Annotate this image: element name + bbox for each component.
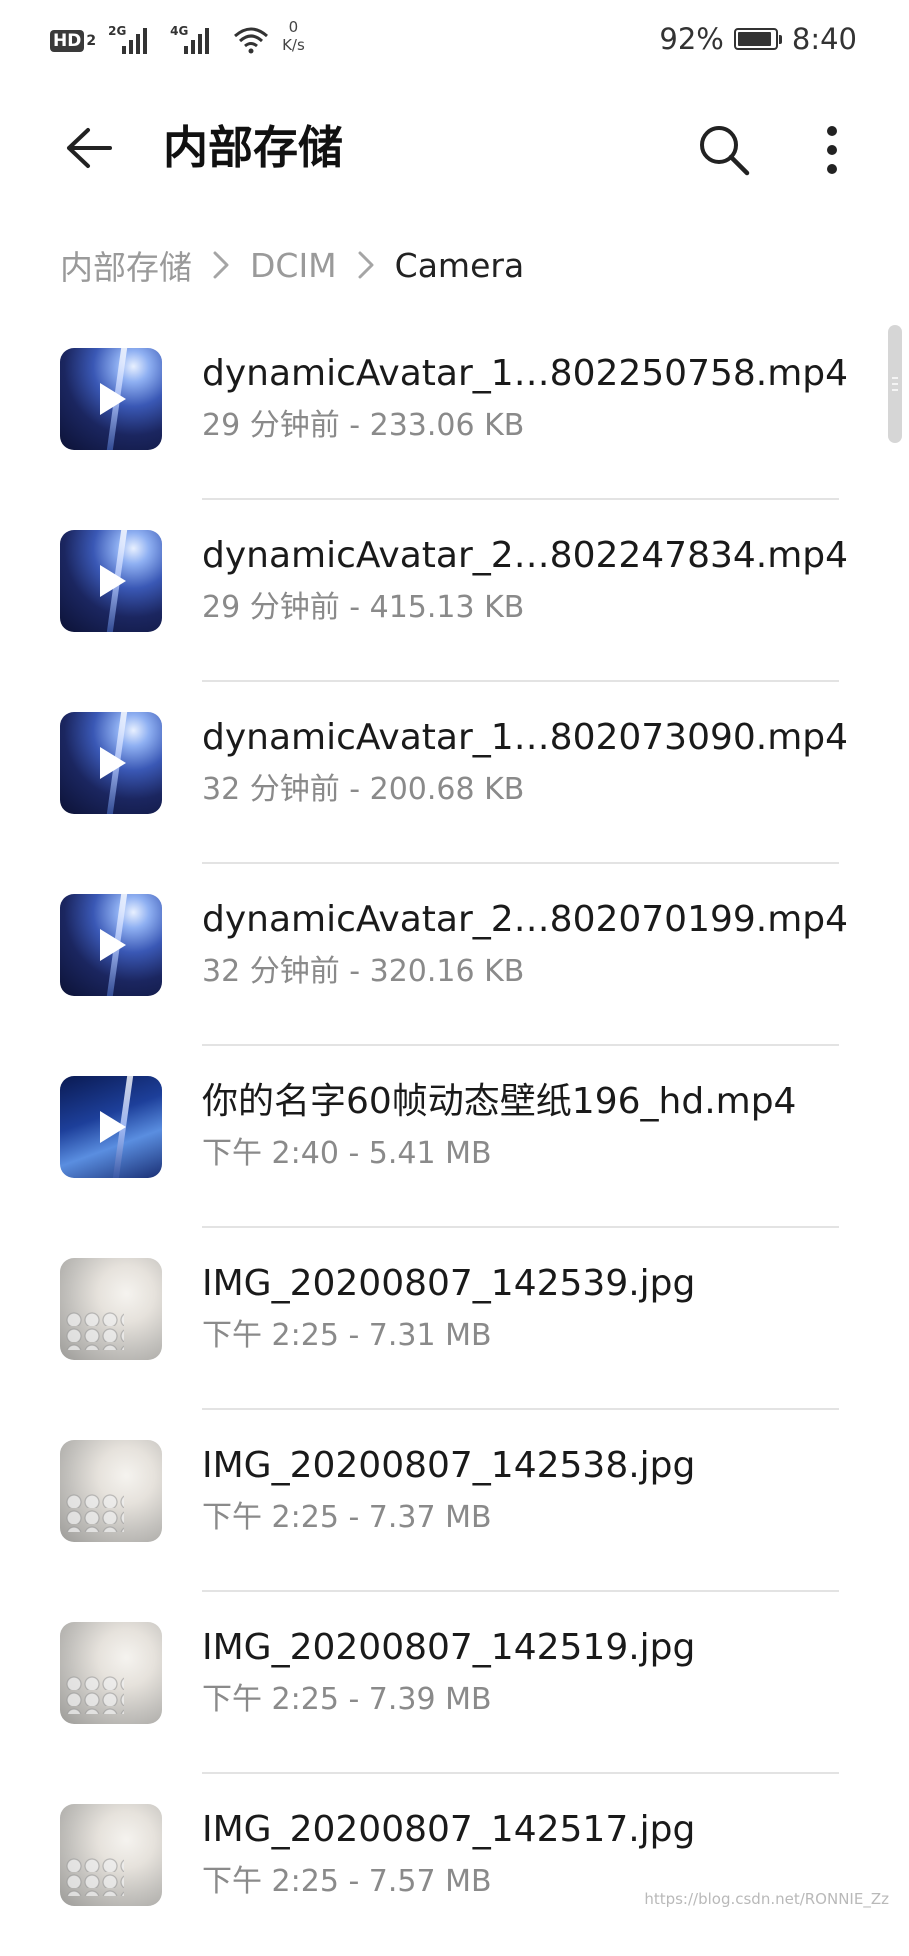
status-bar: HD 2 2G 4G 0 K/s 92% 8:40 [0,0,909,80]
video-thumbnail [60,348,162,450]
network-speed-value: 0 [288,18,299,36]
file-name: IMG_20200807_142539.jpg [202,1263,696,1304]
breadcrumb-camera: Camera [394,245,525,285]
file-row[interactable]: dynamicAvatar_2…802247834.mp4 29 分钟前 - 4… [0,500,909,682]
file-name: IMG_20200807_142517.jpg [202,1809,696,1850]
file-name: dynamicAvatar_2…802070199.mp4 [202,899,849,940]
file-meta: 32 分钟前 - 200.68 KB [202,772,525,807]
chevron-right-icon [347,245,385,285]
hd-sim-number: 2 [86,33,97,49]
file-name: dynamicAvatar_1…802250758.mp4 [202,353,849,394]
file-name: dynamicAvatar_2…802247834.mp4 [202,535,849,576]
status-icons-right: 92% 8:40 [659,22,857,56]
file-meta: 下午 2:25 - 7.37 MB [202,1500,492,1535]
file-row[interactable]: IMG_20200807_142519.jpg 下午 2:25 - 7.39 M… [0,1592,909,1774]
file-row[interactable]: 你的名字60帧动态壁纸196_hd.mp4 下午 2:40 - 5.41 MB [0,1046,909,1228]
arrow-left-icon [67,128,112,168]
battery-icon [733,28,782,50]
breadcrumb-dcim[interactable]: DCIM [250,246,337,285]
status-icons-left: HD 2 2G 4G 0 K/s [50,18,305,54]
watermark: https://blog.csdn.net/RONNIE_Zz [644,1890,889,1908]
wifi-icon [234,27,269,54]
file-name: IMG_20200807_142519.jpg [202,1627,696,1668]
signal-4g-icon: 4G [170,24,220,54]
search-button[interactable] [692,118,756,182]
network-speed-unit: K/s [282,36,305,54]
video-thumbnail [60,712,162,814]
image-thumbnail [60,1804,162,1906]
file-row[interactable]: dynamicAvatar_1…802073090.mp4 32 分钟前 - 2… [0,682,909,864]
image-thumbnail [60,1622,162,1724]
scrollbar-thumb[interactable] [888,325,902,443]
breadcrumb: 内部存储 DCIM Camera [60,240,524,290]
back-button[interactable] [58,118,118,178]
file-row[interactable]: IMG_20200807_142517.jpg 下午 2:25 - 7.57 M… [0,1774,909,1956]
video-thumbnail [60,1076,162,1178]
file-row[interactable]: IMG_20200807_142538.jpg 下午 2:25 - 7.37 M… [0,1410,909,1592]
battery-fill [737,32,771,46]
image-thumbnail [60,1440,162,1542]
file-meta: 下午 2:25 - 7.31 MB [202,1318,492,1353]
file-meta: 下午 2:40 - 5.41 MB [202,1136,492,1171]
signal-2g-icon: 2G [108,24,158,54]
chevron-right-icon [202,245,240,285]
play-icon [100,747,126,779]
app-header: 内部存储 [0,100,909,196]
file-name: 你的名字60帧动态壁纸196_hd.mp4 [202,1081,797,1122]
file-name: IMG_20200807_142538.jpg [202,1445,696,1486]
file-meta: 29 分钟前 - 233.06 KB [202,408,525,443]
more-options-button[interactable] [800,118,864,182]
image-thumbnail [60,1258,162,1360]
clock: 8:40 [791,22,857,56]
page-title: 内部存储 [163,121,344,174]
more-vertical-icon [827,126,837,174]
play-icon [100,383,126,415]
battery-percent: 92% [659,22,724,56]
file-row[interactable]: dynamicAvatar_1…802250758.mp4 29 分钟前 - 2… [0,318,909,500]
search-icon [700,126,750,176]
video-thumbnail [60,530,162,632]
file-list: dynamicAvatar_1…802250758.mp4 29 分钟前 - 2… [0,318,909,1956]
hd-label: HD [50,30,85,52]
play-icon [100,929,126,961]
play-icon [100,1111,126,1143]
video-thumbnail [60,894,162,996]
file-name: dynamicAvatar_1…802073090.mp4 [202,717,849,758]
file-meta: 29 分钟前 - 415.13 KB [202,590,525,625]
breadcrumb-internal-storage[interactable]: 内部存储 [60,241,192,289]
file-row[interactable]: dynamicAvatar_2…802070199.mp4 32 分钟前 - 3… [0,864,909,1046]
hd-voice-icon: HD 2 [50,28,96,54]
file-meta: 下午 2:25 - 7.57 MB [202,1864,492,1899]
file-meta: 32 分钟前 - 320.16 KB [202,954,525,989]
network-speed: 0 K/s [282,18,305,54]
file-row[interactable]: IMG_20200807_142539.jpg 下午 2:25 - 7.31 M… [0,1228,909,1410]
file-meta: 下午 2:25 - 7.39 MB [202,1682,492,1717]
play-icon [100,565,126,597]
